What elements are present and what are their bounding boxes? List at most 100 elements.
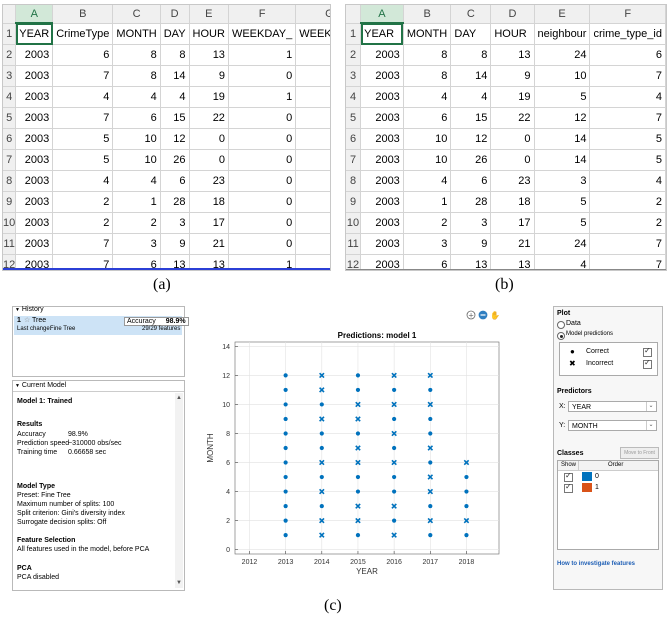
class-row-0[interactable]: 0 xyxy=(558,471,658,482)
data-cell[interactable]: 3 xyxy=(403,233,452,255)
data-cell[interactable]: 2003 xyxy=(15,149,54,171)
data-cell[interactable]: 2003 xyxy=(15,44,54,66)
data-cell[interactable]: 0 xyxy=(295,191,330,213)
data-cell[interactable]: 0 xyxy=(228,128,297,150)
data-cell[interactable]: 2 xyxy=(589,191,666,213)
data-cell[interactable]: 14 xyxy=(160,65,190,87)
data-cell[interactable]: 0 xyxy=(295,128,330,150)
row-number[interactable]: 8 xyxy=(3,170,17,192)
data-cell[interactable]: 1 xyxy=(403,191,452,213)
header-cell[interactable]: YEAR xyxy=(360,23,404,45)
class-1-checkbox[interactable] xyxy=(564,482,573,493)
data-cell[interactable]: 5 xyxy=(52,149,114,171)
data-cell[interactable]: 7 xyxy=(589,233,666,255)
data-cell[interactable]: 12 xyxy=(534,107,591,129)
data-cell[interactable]: 2 xyxy=(52,191,114,213)
data-cell[interactable]: 0 xyxy=(295,86,330,108)
data-cell[interactable]: 6 xyxy=(450,170,492,192)
data-cell[interactable]: 8 xyxy=(403,65,452,87)
data-cell[interactable]: 24 xyxy=(534,233,591,255)
row-number[interactable]: 9 xyxy=(346,191,362,213)
data-cell[interactable]: 1 xyxy=(112,191,161,213)
data-cell[interactable]: 21 xyxy=(189,233,229,255)
data-cell[interactable]: 9 xyxy=(189,65,229,87)
x-predictor-select[interactable]: YEAR ⌄ xyxy=(568,401,657,412)
y-predictor-select[interactable]: MONTH ⌄ xyxy=(568,420,657,431)
help-link[interactable]: How to investigate features xyxy=(557,561,635,567)
data-cell[interactable]: 2003 xyxy=(360,44,404,66)
data-cell[interactable]: 15 xyxy=(450,107,492,129)
data-cell[interactable]: 13 xyxy=(189,44,229,66)
data-cell[interactable]: 8 xyxy=(450,44,492,66)
data-cell[interactable]: 7 xyxy=(589,107,666,129)
row-number[interactable]: 9 xyxy=(3,191,17,213)
current-model-title-row[interactable]: ▼ Current Model xyxy=(15,382,66,389)
data-cell[interactable]: 7 xyxy=(52,65,114,87)
data-cell[interactable]: 5 xyxy=(534,212,591,234)
data-cell[interactable]: 8 xyxy=(160,44,190,66)
data-cell[interactable]: 12 xyxy=(450,128,492,150)
correct-checkbox[interactable] xyxy=(643,346,652,357)
row-number[interactable]: 3 xyxy=(346,65,362,87)
data-cell[interactable]: 0 xyxy=(490,149,535,171)
column-letter-C[interactable]: C xyxy=(112,5,161,24)
move-to-front-button[interactable]: Move to Front xyxy=(620,447,659,459)
header-cell[interactable]: crime_type_id xyxy=(589,23,666,45)
data-cell[interactable]: 10 xyxy=(403,149,452,171)
data-cell[interactable]: 2 xyxy=(589,212,666,234)
data-cell[interactable]: 2003 xyxy=(360,191,404,213)
data-cell[interactable]: 2003 xyxy=(360,65,404,87)
pan-hand-icon[interactable]: ✋ xyxy=(490,310,500,320)
data-cell[interactable]: 9 xyxy=(160,233,190,255)
row-number[interactable]: 5 xyxy=(3,107,17,129)
data-cell[interactable]: 2003 xyxy=(15,107,54,129)
header-cell[interactable]: WEEKDAY_ xyxy=(228,23,297,45)
scroll-up-icon[interactable]: ▲ xyxy=(175,395,183,401)
incorrect-checkbox[interactable] xyxy=(643,358,652,369)
row-number[interactable]: 1 xyxy=(346,23,362,45)
column-letter-E[interactable]: E xyxy=(189,5,229,24)
data-cell[interactable]: 0 xyxy=(295,65,330,87)
data-cell[interactable]: 5 xyxy=(534,191,591,213)
data-cell[interactable]: 13 xyxy=(490,44,535,66)
data-cell[interactable]: 0 xyxy=(228,191,297,213)
data-cell[interactable]: 0 xyxy=(228,170,297,192)
column-letter-A[interactable]: A xyxy=(15,5,54,24)
scrollbar[interactable]: ▲ ▼ xyxy=(175,393,183,588)
zoom-in-icon[interactable]: + xyxy=(466,310,476,320)
data-cell[interactable]: 14 xyxy=(534,128,591,150)
data-cell[interactable]: 10 xyxy=(534,65,591,87)
data-cell[interactable]: 17 xyxy=(189,212,229,234)
data-cell[interactable]: 19 xyxy=(189,86,229,108)
data-cell[interactable]: 23 xyxy=(189,170,229,192)
row-number[interactable]: 4 xyxy=(3,86,17,108)
column-letter-B[interactable]: B xyxy=(403,5,452,24)
column-letter-C[interactable]: C xyxy=(450,5,492,24)
row-number[interactable]: 1 xyxy=(3,23,17,45)
data-cell[interactable]: 7 xyxy=(589,65,666,87)
row-number[interactable]: 6 xyxy=(3,128,17,150)
column-letter-F[interactable]: F xyxy=(589,5,666,24)
data-cell[interactable]: 24 xyxy=(534,44,591,66)
row-number[interactable]: 7 xyxy=(346,149,362,171)
header-cell[interactable]: HOUR xyxy=(490,23,535,45)
data-cell[interactable]: 8 xyxy=(112,65,161,87)
data-cell[interactable]: 0 xyxy=(490,128,535,150)
data-cell[interactable]: 0 xyxy=(189,149,229,171)
data-cell[interactable]: 28 xyxy=(160,191,190,213)
header-cell[interactable]: DAY xyxy=(450,23,492,45)
data-cell[interactable]: 0 xyxy=(295,44,330,66)
data-cell[interactable]: 12 xyxy=(160,128,190,150)
data-cell[interactable]: 21 xyxy=(490,233,535,255)
data-cell[interactable]: 22 xyxy=(189,107,229,129)
column-letter-F[interactable]: F xyxy=(228,5,297,24)
header-cell[interactable]: HOUR xyxy=(189,23,229,45)
data-cell[interactable]: 2003 xyxy=(15,191,54,213)
data-cell[interactable]: 2 xyxy=(52,212,114,234)
column-letter-A[interactable]: A xyxy=(360,5,404,24)
data-cell[interactable]: 1 xyxy=(228,44,297,66)
data-cell[interactable]: 0 xyxy=(295,170,330,192)
row-number[interactable]: 7 xyxy=(3,149,17,171)
data-cell[interactable]: 19 xyxy=(490,86,535,108)
data-cell[interactable]: 4 xyxy=(52,170,114,192)
